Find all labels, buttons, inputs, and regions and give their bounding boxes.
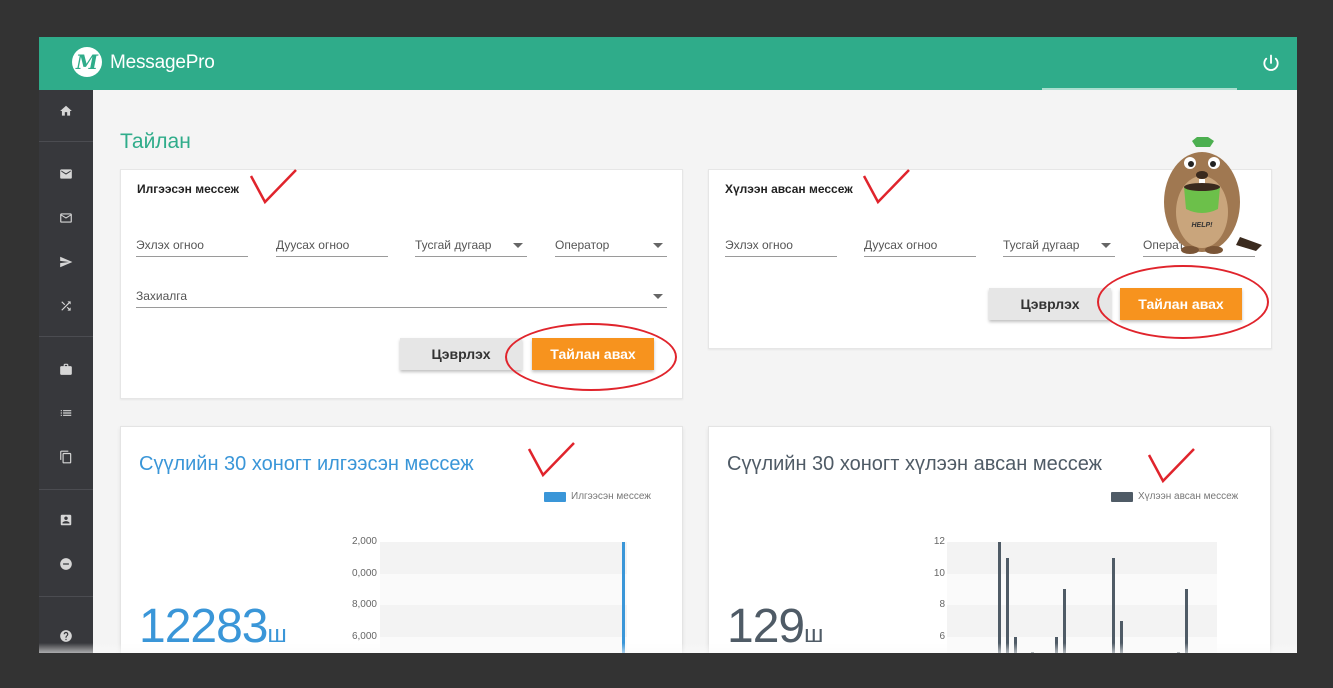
clear-button[interactable]: Цэврлэх xyxy=(400,338,522,370)
chart-bar[interactable] xyxy=(621,542,625,653)
received-chart-plot xyxy=(947,542,1217,653)
red-check-mark xyxy=(1147,448,1195,484)
sidebar-item-home[interactable] xyxy=(39,96,93,126)
start-date-placeholder: Эхлэх огноо xyxy=(725,238,793,252)
legend-label: Хүлээн авсан мессеж xyxy=(1138,491,1239,502)
y-tick-label: 12 xyxy=(933,536,945,547)
chevron-down-icon xyxy=(513,243,523,248)
sent-chart-card: Сүүлийн 30 хоногт илгээсэн мессеж Илгээс… xyxy=(120,426,683,653)
red-highlight-ellipse xyxy=(1097,265,1269,339)
received-chart-legend[interactable]: Хүлээн авсан мессеж xyxy=(1111,491,1238,502)
special-number-placeholder: Тусгай дугаар xyxy=(415,238,492,252)
list-icon xyxy=(60,410,72,416)
sidebar-item-list[interactable] xyxy=(39,398,93,428)
page-title: Тайлан xyxy=(120,130,191,153)
end-date-field[interactable]: Дуусах огноо xyxy=(864,235,976,257)
sidebar-item-mail[interactable] xyxy=(39,203,93,233)
shuffle-icon xyxy=(61,301,71,311)
grid-band xyxy=(947,573,1217,605)
sidebar-item-copy[interactable] xyxy=(39,442,93,472)
chevron-down-icon xyxy=(653,294,663,299)
contact-icon xyxy=(60,514,72,526)
order-placeholder: Захиалга xyxy=(136,289,188,303)
y-tick-label: 2,000 xyxy=(351,536,377,547)
start-date-field[interactable]: Эхлэх огноо xyxy=(136,235,248,257)
chevron-down-icon xyxy=(653,243,663,248)
y-tick-label: 8 xyxy=(939,599,945,610)
power-icon[interactable] xyxy=(1261,53,1281,73)
red-check-mark xyxy=(527,442,575,478)
sent-chart-plot xyxy=(380,542,627,653)
send-icon xyxy=(60,256,73,268)
received-filter-title: Хүлээн авсан мессеж xyxy=(725,182,853,196)
y-tick-label: 0,000 xyxy=(351,567,377,579)
grid-band xyxy=(380,573,627,605)
chevron-down-icon xyxy=(1101,243,1111,248)
y-tick-label: 10 xyxy=(933,567,945,579)
mascot-tail xyxy=(1236,237,1262,251)
mascot-hat xyxy=(1192,137,1214,147)
start-date-field[interactable]: Эхлэх огноо xyxy=(725,235,837,257)
home-icon xyxy=(60,105,72,116)
legend-swatch xyxy=(1111,491,1133,502)
block-icon xyxy=(60,558,72,570)
special-number-select[interactable]: Тусгай дугаар xyxy=(1003,235,1115,257)
sidebar-item-contacts[interactable] xyxy=(39,505,93,535)
special-number-select[interactable]: Тусгай дугаар xyxy=(415,235,527,257)
brand-logo[interactable]: M xyxy=(72,47,102,77)
special-number-placeholder: Тусгай дугаар xyxy=(1003,238,1080,252)
sent-chart-title: Сүүлийн 30 хоногт илгээсэн мессеж xyxy=(139,453,474,475)
end-date-placeholder: Дуусах огноо xyxy=(864,238,938,252)
copy-icon xyxy=(60,450,72,464)
active-tab-indicator xyxy=(1042,88,1237,90)
operator-placeholder: Оператор xyxy=(555,238,610,252)
sidebar-item-inbox[interactable] xyxy=(39,159,93,189)
chart-bar[interactable] xyxy=(1006,557,1010,653)
help-icon xyxy=(60,630,72,642)
app-window: M MessagePro Тайлан Илгээсэн мессеж Эхлэ… xyxy=(39,37,1297,653)
red-check-mark xyxy=(862,169,910,205)
mascot-sign: HELP! xyxy=(1192,222,1214,229)
y-tick-label: 6 xyxy=(939,630,945,642)
chart-bar[interactable] xyxy=(997,542,1001,653)
end-date-field[interactable]: Дуусах огноо xyxy=(276,235,388,257)
clear-button[interactable]: Цэврлэх xyxy=(989,288,1111,320)
bottom-fade xyxy=(39,643,1297,653)
sent-filter-title: Илгээсэн мессеж xyxy=(137,182,239,196)
y-tick-label: 8,000 xyxy=(351,599,377,610)
y-tick-label: 6,000 xyxy=(351,630,377,642)
sidebar-divider xyxy=(39,489,93,490)
sidebar-divider xyxy=(39,141,93,142)
sidebar-item-briefcase[interactable] xyxy=(39,354,93,384)
red-check-mark xyxy=(249,169,297,205)
sidebar-item-shuffle[interactable] xyxy=(39,291,93,321)
inbox-icon xyxy=(60,169,72,179)
sidebar-divider xyxy=(39,596,93,597)
brand-name[interactable]: MessagePro xyxy=(110,52,215,74)
red-highlight-ellipse xyxy=(505,323,677,391)
start-date-placeholder: Эхлэх огноо xyxy=(136,238,204,252)
briefcase-icon xyxy=(60,363,72,375)
end-date-placeholder: Дуусах огноо xyxy=(276,238,350,252)
operator-select[interactable]: Оператор xyxy=(555,235,667,257)
top-bar: M MessagePro xyxy=(39,37,1297,90)
sidebar-divider xyxy=(39,336,93,337)
sidebar xyxy=(39,90,93,653)
chart-bar[interactable] xyxy=(1112,557,1115,653)
sent-chart-legend[interactable]: Илгээсэн мессеж xyxy=(544,491,651,502)
received-chart-title: Сүүлийн 30 хоногт хүлээн авсан мессеж xyxy=(727,453,1103,475)
order-select[interactable]: Захиалга xyxy=(136,286,667,308)
mail-icon xyxy=(60,213,72,223)
sidebar-item-blocked[interactable] xyxy=(39,549,93,579)
sidebar-item-send[interactable] xyxy=(39,247,93,277)
legend-label: Илгээсэн мессеж xyxy=(571,491,651,502)
help-mascot[interactable]: HELP! xyxy=(1162,137,1297,262)
legend-swatch xyxy=(544,491,566,502)
